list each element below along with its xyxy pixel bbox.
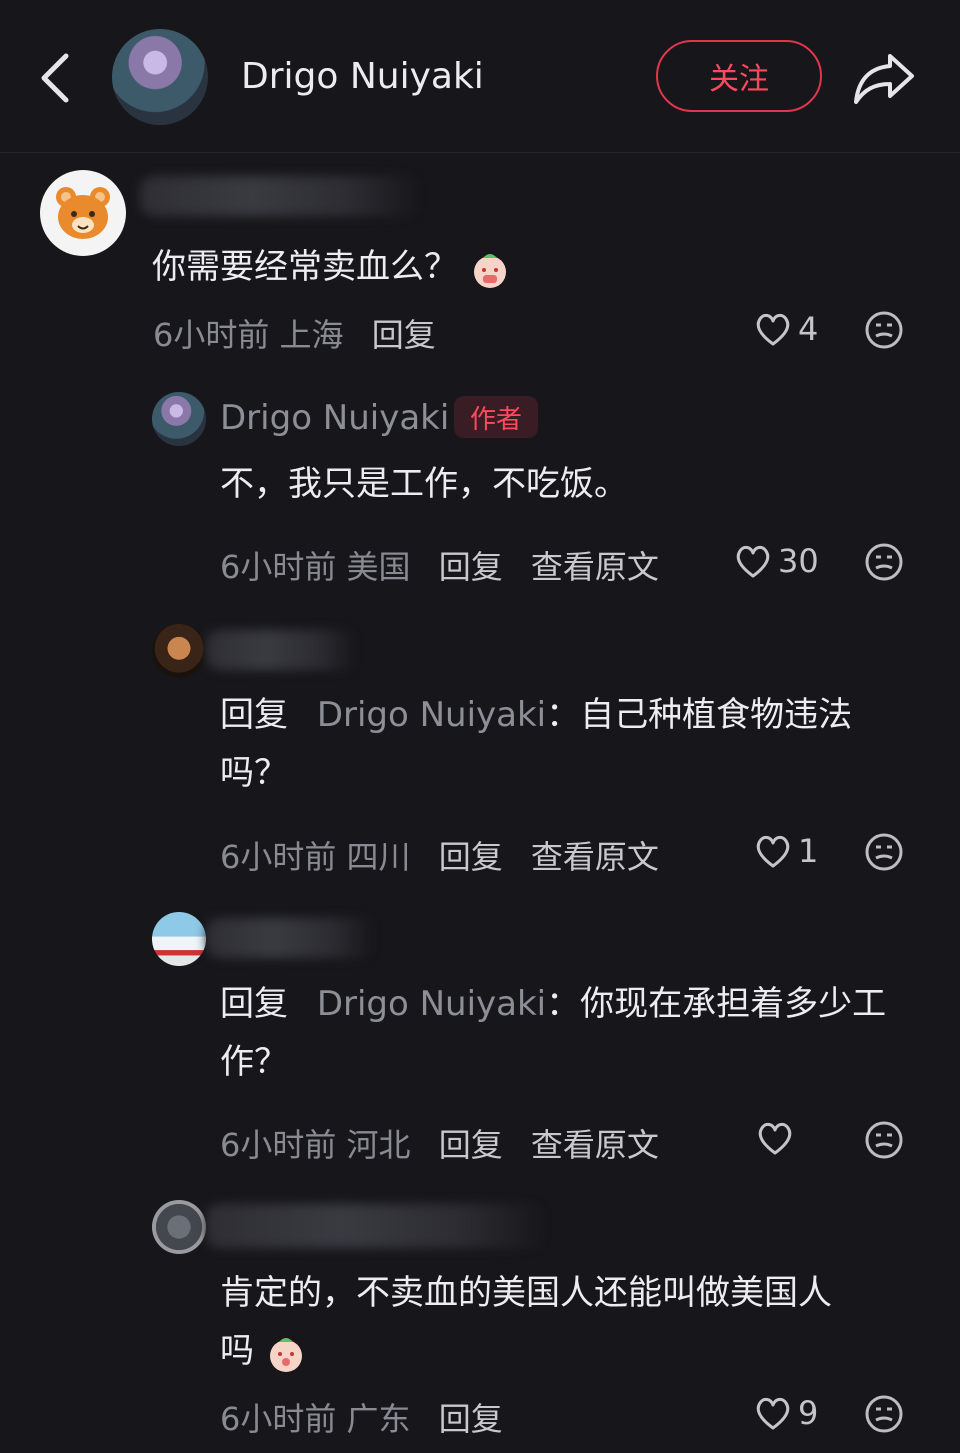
comment-meta: 6小时前 上海 回复: [153, 310, 436, 356]
view-original-button[interactable]: 查看原文: [531, 1126, 659, 1164]
blurred-username: [206, 630, 356, 670]
emoji-react-icon[interactable]: [864, 1120, 904, 1160]
reply-button[interactable]: 回复: [372, 316, 436, 354]
emoji-react-icon[interactable]: [864, 542, 904, 582]
view-original-button[interactable]: 查看原文: [531, 838, 659, 876]
comment-text: 回复 Drigo Nuiyaki：自己种植食物违法: [220, 686, 852, 744]
author-badge: 作者: [454, 396, 538, 438]
emoji-react-icon[interactable]: [864, 1394, 904, 1434]
emoji-react-icon[interactable]: [864, 310, 904, 350]
location: 美国: [346, 548, 411, 586]
bear-icon: [56, 187, 110, 239]
reply-prefix: 回复: [220, 984, 288, 1024]
location: 四川: [346, 838, 411, 876]
location: 广东: [346, 1400, 411, 1438]
blurred-username: [140, 176, 420, 216]
timestamp: 6小时前: [220, 1126, 337, 1164]
reply-button[interactable]: 回复: [439, 1400, 503, 1438]
heart-icon: [756, 313, 790, 346]
reply-colon: ：: [546, 984, 581, 1024]
comment-body: 自己种植食物违法: [580, 695, 853, 735]
reply-button[interactable]: 回复: [439, 1126, 503, 1164]
comment-text-cont: 吗: [220, 1322, 307, 1380]
commenter-avatar[interactable]: [152, 624, 206, 678]
author-reply-avatar[interactable]: [152, 392, 206, 446]
emoji-react-icon[interactable]: [864, 832, 904, 872]
comment-text: 不，我只是工作，不吃饭。: [220, 464, 628, 504]
reply-button[interactable]: 回复: [439, 838, 503, 876]
like-count: 9: [798, 1394, 819, 1432]
comment-meta: 6小时前 美国 回复 查看原文: [220, 542, 659, 588]
comment-body: 吗: [220, 1331, 254, 1371]
like-button[interactable]: 4: [754, 310, 818, 348]
like-count: 30: [778, 542, 819, 580]
reply-prefix: 回复: [220, 695, 288, 735]
like-count: 1: [798, 832, 819, 870]
timestamp: 6小时前: [220, 838, 337, 876]
comment-meta: 6小时前 广东 回复: [220, 1394, 503, 1440]
blurred-username: [206, 1204, 546, 1248]
commenter-avatar[interactable]: [152, 912, 206, 966]
like-button[interactable]: 30: [734, 542, 819, 580]
comment-text-cont: 吗？: [220, 753, 288, 793]
location: 河北: [346, 1126, 411, 1164]
sticker-emoji-icon: [269, 1337, 302, 1372]
timestamp: 6小时前: [153, 316, 270, 354]
comment-text: 你需要经常卖血么？: [152, 238, 511, 296]
author-avatar[interactable]: [112, 29, 208, 125]
like-button[interactable]: 1: [754, 832, 818, 870]
comment-text: 肯定的，不卖血的美国人还能叫做美国人: [220, 1273, 832, 1313]
share-icon[interactable]: [852, 50, 916, 106]
comment-meta: 6小时前 河北 回复 查看原文: [220, 1120, 659, 1166]
comment-body: 你需要经常卖血么？: [152, 247, 458, 287]
heart-icon: [736, 545, 770, 578]
comment-meta: 6小时前 四川 回复 查看原文: [220, 832, 659, 878]
heart-icon: [756, 1397, 790, 1430]
timestamp: 6小时前: [220, 1400, 337, 1438]
top-bar: Drigo Nuiyaki 关注: [0, 0, 960, 153]
reply-colon: ：: [546, 695, 581, 735]
like-button[interactable]: [756, 1120, 800, 1156]
like-button[interactable]: 9: [754, 1394, 818, 1432]
reply-to-name[interactable]: Drigo Nuiyaki: [317, 984, 546, 1024]
comment-body: 你现在承担着多少工: [580, 984, 887, 1024]
view-original-button[interactable]: 查看原文: [531, 548, 659, 586]
heart-icon: [756, 835, 790, 868]
like-count: 4: [798, 310, 819, 348]
commenter-avatar[interactable]: [152, 1200, 206, 1254]
sticker-emoji-icon: [473, 253, 506, 288]
commenter-avatar[interactable]: [40, 170, 126, 256]
timestamp: 6小时前: [220, 548, 337, 586]
blurred-username: [206, 918, 374, 958]
comment-text: 回复 Drigo Nuiyaki：你现在承担着多少工: [220, 975, 886, 1033]
author-name[interactable]: Drigo Nuiyaki: [241, 56, 484, 97]
follow-button[interactable]: 关注: [656, 40, 822, 112]
reply-to-name[interactable]: Drigo Nuiyaki: [317, 695, 546, 735]
location: 上海: [279, 316, 344, 354]
author-reply-name[interactable]: Drigo Nuiyaki: [220, 398, 449, 438]
heart-icon: [758, 1122, 792, 1155]
comment-text-cont: 作？: [220, 1042, 288, 1082]
reply-button[interactable]: 回复: [439, 548, 503, 586]
back-arrow-icon[interactable]: [30, 48, 80, 108]
